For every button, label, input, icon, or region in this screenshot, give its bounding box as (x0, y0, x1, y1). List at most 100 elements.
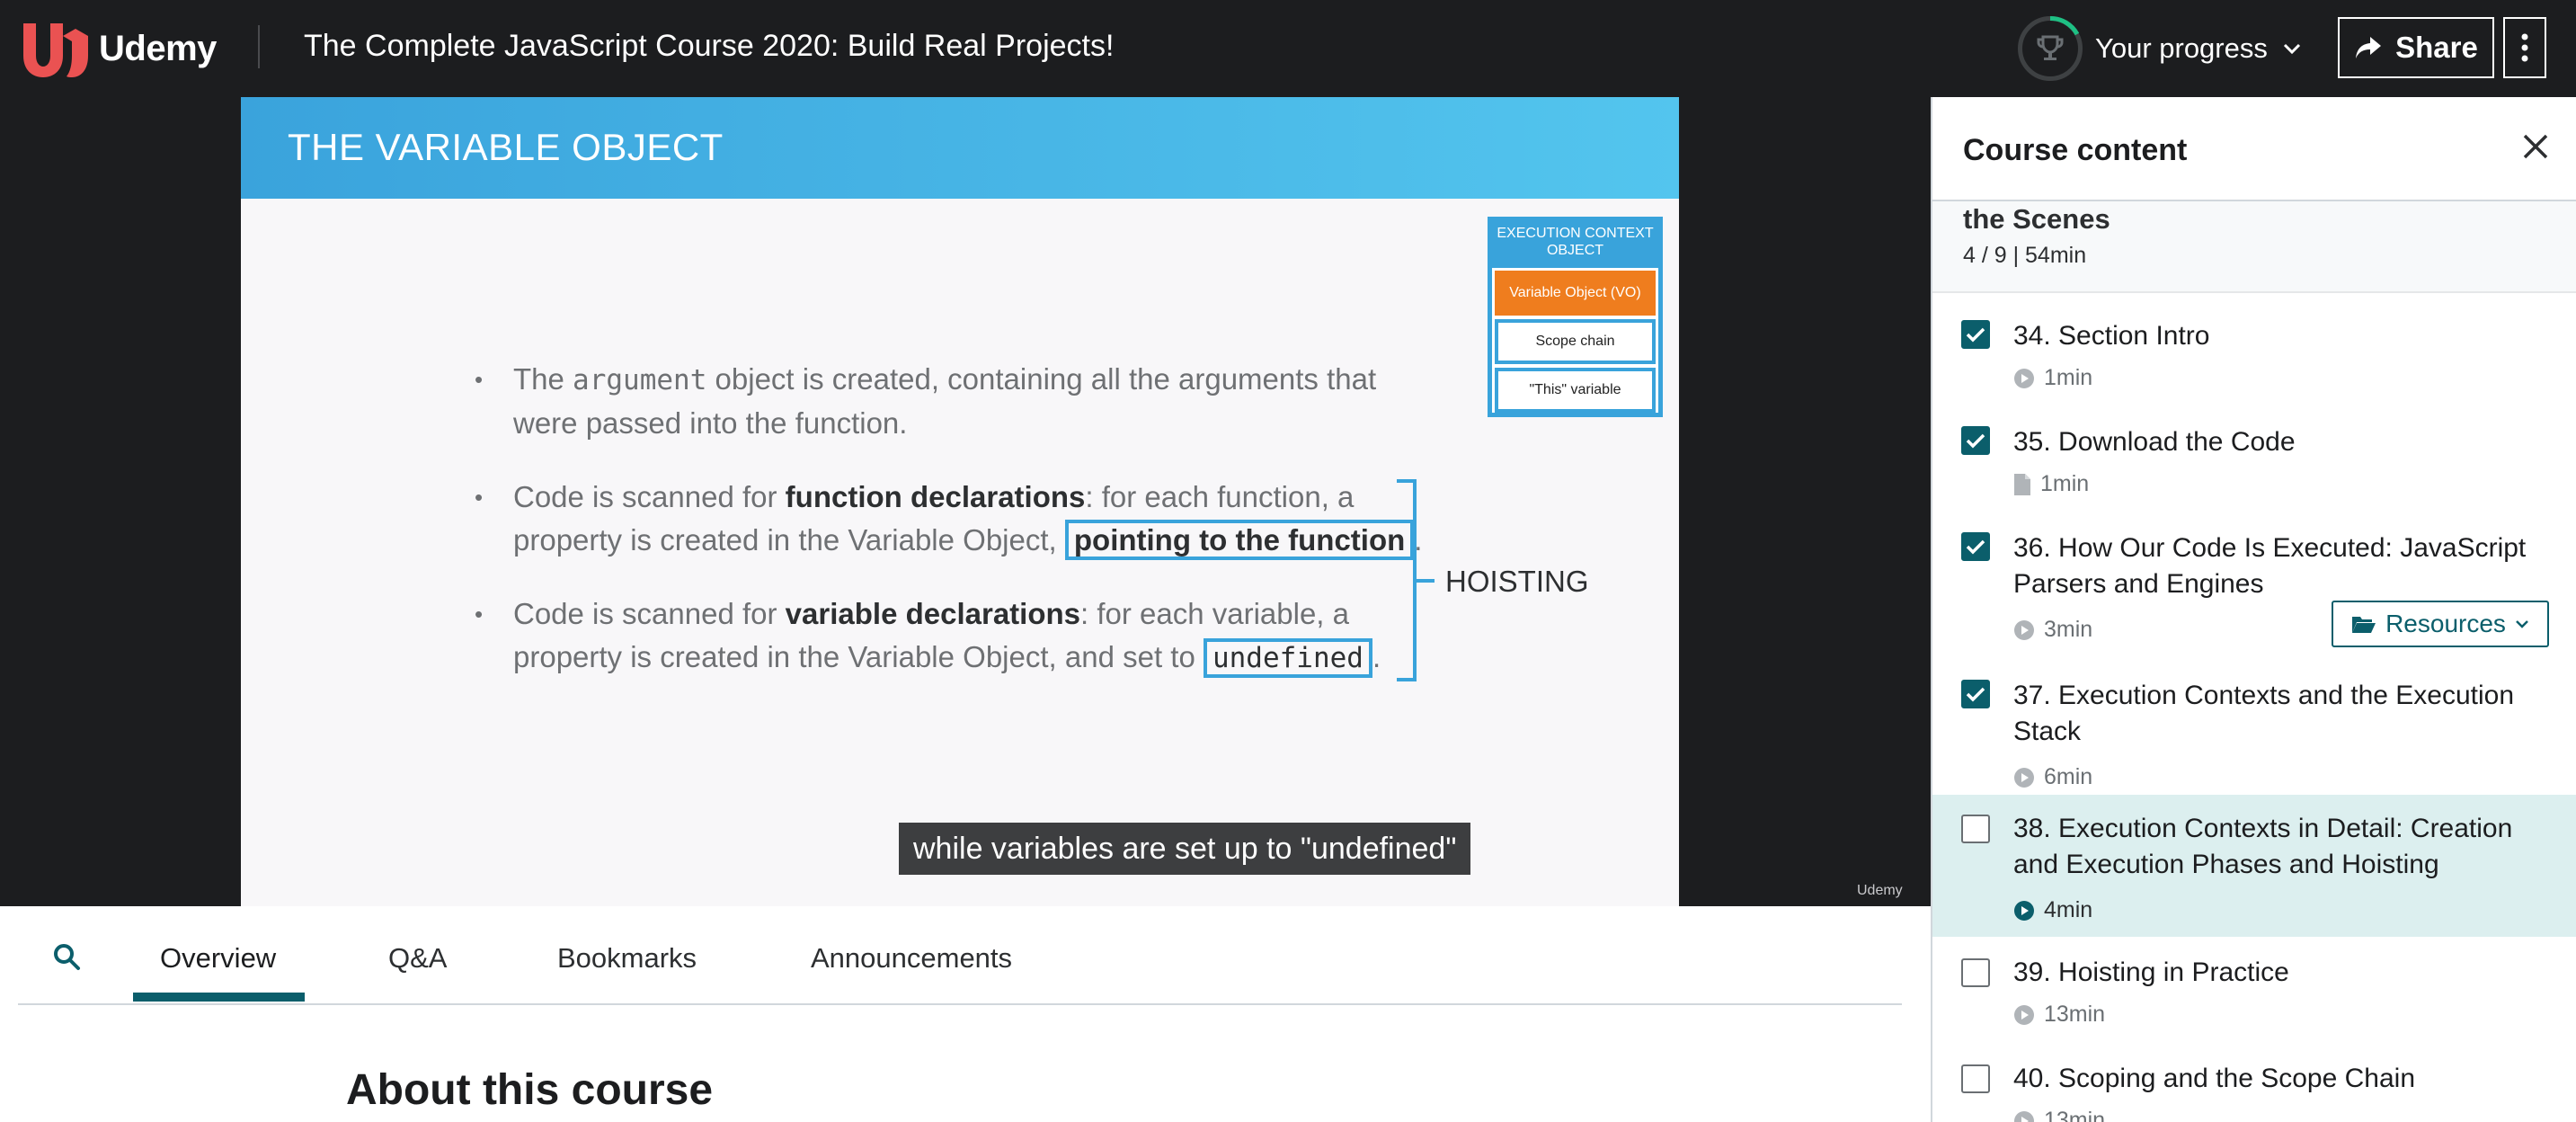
lecture-slide: THE VARIABLE OBJECT EXECUTION CONTEXT OB… (241, 97, 1903, 906)
video-caption: while variables are set up to "undefined… (899, 823, 1471, 875)
lecture-item[interactable]: 37. Execution Contexts and the Execution… (1932, 653, 2576, 795)
lecture-title: 34. Section Intro (2013, 321, 2210, 351)
lecture-checkbox[interactable] (1961, 680, 1990, 708)
brand-name: Udemy (99, 28, 217, 68)
lecture-meta: 6min (2013, 764, 2092, 790)
lecture-title: 37. Execution Contexts and the Execution… (2013, 681, 2515, 746)
search-icon (54, 944, 80, 970)
check-icon (1966, 687, 1985, 702)
bullet-arguments: The argument object is created, containi… (475, 358, 1427, 445)
hoisting-label: HOISTING (1445, 565, 1589, 598)
ec-this-variable: "This" variable (1495, 368, 1656, 413)
lecture-checkbox[interactable] (1961, 426, 1990, 455)
lecture-checkbox[interactable] (1961, 320, 1990, 349)
lecture-meta: 4min (2013, 897, 2092, 923)
share-button[interactable]: Share (2338, 17, 2494, 78)
lecture-duration: 13min (2044, 1002, 2106, 1027)
lecture-checkbox[interactable] (1961, 532, 1990, 561)
chevron-down-icon (2516, 620, 2528, 628)
close-sidebar-button[interactable] (2522, 133, 2549, 165)
bullet-function-declarations: Code is scanned for function declaration… (475, 476, 1427, 562)
lecture-duration: 6min (2044, 764, 2093, 789)
about-course-heading: About this course (346, 1066, 714, 1114)
slide-title: THE VARIABLE OBJECT (288, 126, 724, 168)
lecture-duration: 4min (2044, 897, 2093, 922)
ec-variable-object: Variable Object (VO) (1495, 271, 1656, 316)
lecture-title: 36. How Our Code Is Executed: JavaScript… (2013, 533, 2527, 599)
lecture-duration: 1min (2040, 471, 2090, 496)
header-divider (258, 25, 260, 68)
sidebar-title: Course content (1963, 133, 2188, 167)
active-tab-indicator (133, 993, 305, 1002)
lecture-checkbox[interactable] (1961, 1064, 1990, 1093)
progress-dropdown[interactable]: Your progress (2018, 14, 2302, 83)
lecture-item[interactable]: 39. Hoisting in Practice 13min (1932, 937, 2576, 1043)
section-header[interactable]: the Scenes 4 / 9 | 54min (1932, 201, 2576, 293)
share-arrow-icon (2356, 37, 2382, 58)
play-circle-icon (2014, 1004, 2034, 1025)
slide-bullets: The argument object is created, containi… (475, 358, 1427, 710)
play-circle-icon (2014, 900, 2034, 921)
lecture-title: 40. Scoping and the Scope Chain (2013, 1064, 2415, 1093)
lecture-meta: 1min (2013, 365, 2092, 391)
section-meta: 4 / 9 | 54min (1963, 243, 2087, 268)
tab-bookmarks[interactable]: Bookmarks (557, 942, 697, 975)
ec-header: EXECUTION CONTEXT OBJECT (1492, 221, 1658, 268)
share-label: Share (2395, 31, 2478, 64)
slide-header: THE VARIABLE OBJECT (241, 97, 1679, 199)
course-tabs: Overview Q&A Bookmarks Announcements (18, 906, 1902, 1005)
course-title[interactable]: The Complete JavaScript Course 2020: Bui… (304, 29, 1114, 64)
more-options-button[interactable] (2503, 17, 2546, 78)
course-content-sidebar: Course content the Scenes 4 / 9 | 54min … (1931, 97, 2576, 1122)
resources-label: Resources (2385, 610, 2506, 637)
check-icon (1966, 327, 1985, 343)
play-circle-icon (2014, 619, 2034, 640)
play-circle-icon (2014, 1110, 2034, 1122)
hoisting-bracket-tick (1417, 579, 1435, 583)
kebab-icon (2521, 33, 2528, 62)
progress-arc (2049, 16, 2080, 36)
lecture-title: 39. Hoisting in Practice (2013, 957, 2289, 987)
lecture-item[interactable]: 35. Download the Code 1min (1932, 399, 2576, 505)
boxed-pointing-to-function: pointing to the function (1064, 520, 1415, 560)
lecture-item-current[interactable]: 38. Execution Contexts in Detail: Creati… (1932, 795, 2576, 937)
progress-ring (2018, 16, 2083, 81)
tab-announcements[interactable]: Announcements (811, 942, 1012, 975)
close-icon (2523, 134, 2548, 159)
sidebar-header: Course content (1932, 97, 2576, 201)
check-icon (1966, 433, 1985, 449)
lecture-duration: 3min (2044, 617, 2093, 642)
section-title: the Scenes (1963, 203, 2110, 235)
hoisting-bracket (1397, 479, 1417, 681)
top-navigation-bar: Udemy The Complete JavaScript Course 202… (0, 0, 2576, 97)
lecture-item[interactable]: 36. How Our Code Is Executed: JavaScript… (1932, 505, 2576, 653)
execution-context-diagram: EXECUTION CONTEXT OBJECT Variable Object… (1488, 217, 1663, 417)
lecture-title: 38. Execution Contexts in Detail: Creati… (2013, 814, 2513, 879)
lecture-meta: 13min (2013, 1108, 2105, 1122)
progress-label: Your progress (2095, 32, 2268, 64)
tab-qa[interactable]: Q&A (388, 942, 447, 975)
lecture-meta: 3min (2013, 617, 2092, 643)
slide-watermark: Udemy (1857, 883, 1903, 898)
search-button[interactable] (52, 942, 81, 975)
lecture-title: 35. Download the Code (2013, 427, 2296, 457)
chevron-down-icon (2283, 43, 2300, 55)
tab-overview[interactable]: Overview (160, 942, 276, 975)
lecture-item[interactable]: 34. Section Intro 1min (1932, 293, 2576, 399)
video-player[interactable]: THE VARIABLE OBJECT EXECUTION CONTEXT OB… (0, 97, 1931, 906)
udemy-logo-icon (23, 23, 88, 77)
lecture-meta: 1min (2013, 471, 2089, 497)
bullet-variable-declarations: Code is scanned for variable declaration… (475, 592, 1427, 680)
lecture-checkbox[interactable] (1961, 815, 1990, 843)
lecture-duration: 13min (2044, 1108, 2106, 1122)
boxed-undefined: undefined (1203, 638, 1372, 678)
lecture-duration: 1min (2044, 365, 2093, 390)
lecture-meta: 13min (2013, 1002, 2105, 1028)
udemy-logo[interactable]: Udemy (16, 18, 217, 79)
check-icon (1966, 539, 1985, 555)
lecture-item[interactable]: 40. Scoping and the Scope Chain 13min (1932, 1043, 2576, 1122)
resources-button[interactable]: Resources (2332, 601, 2549, 647)
play-circle-icon (2014, 767, 2034, 788)
lecture-checkbox[interactable] (1961, 958, 1990, 987)
ec-scope-chain: Scope chain (1495, 319, 1656, 364)
